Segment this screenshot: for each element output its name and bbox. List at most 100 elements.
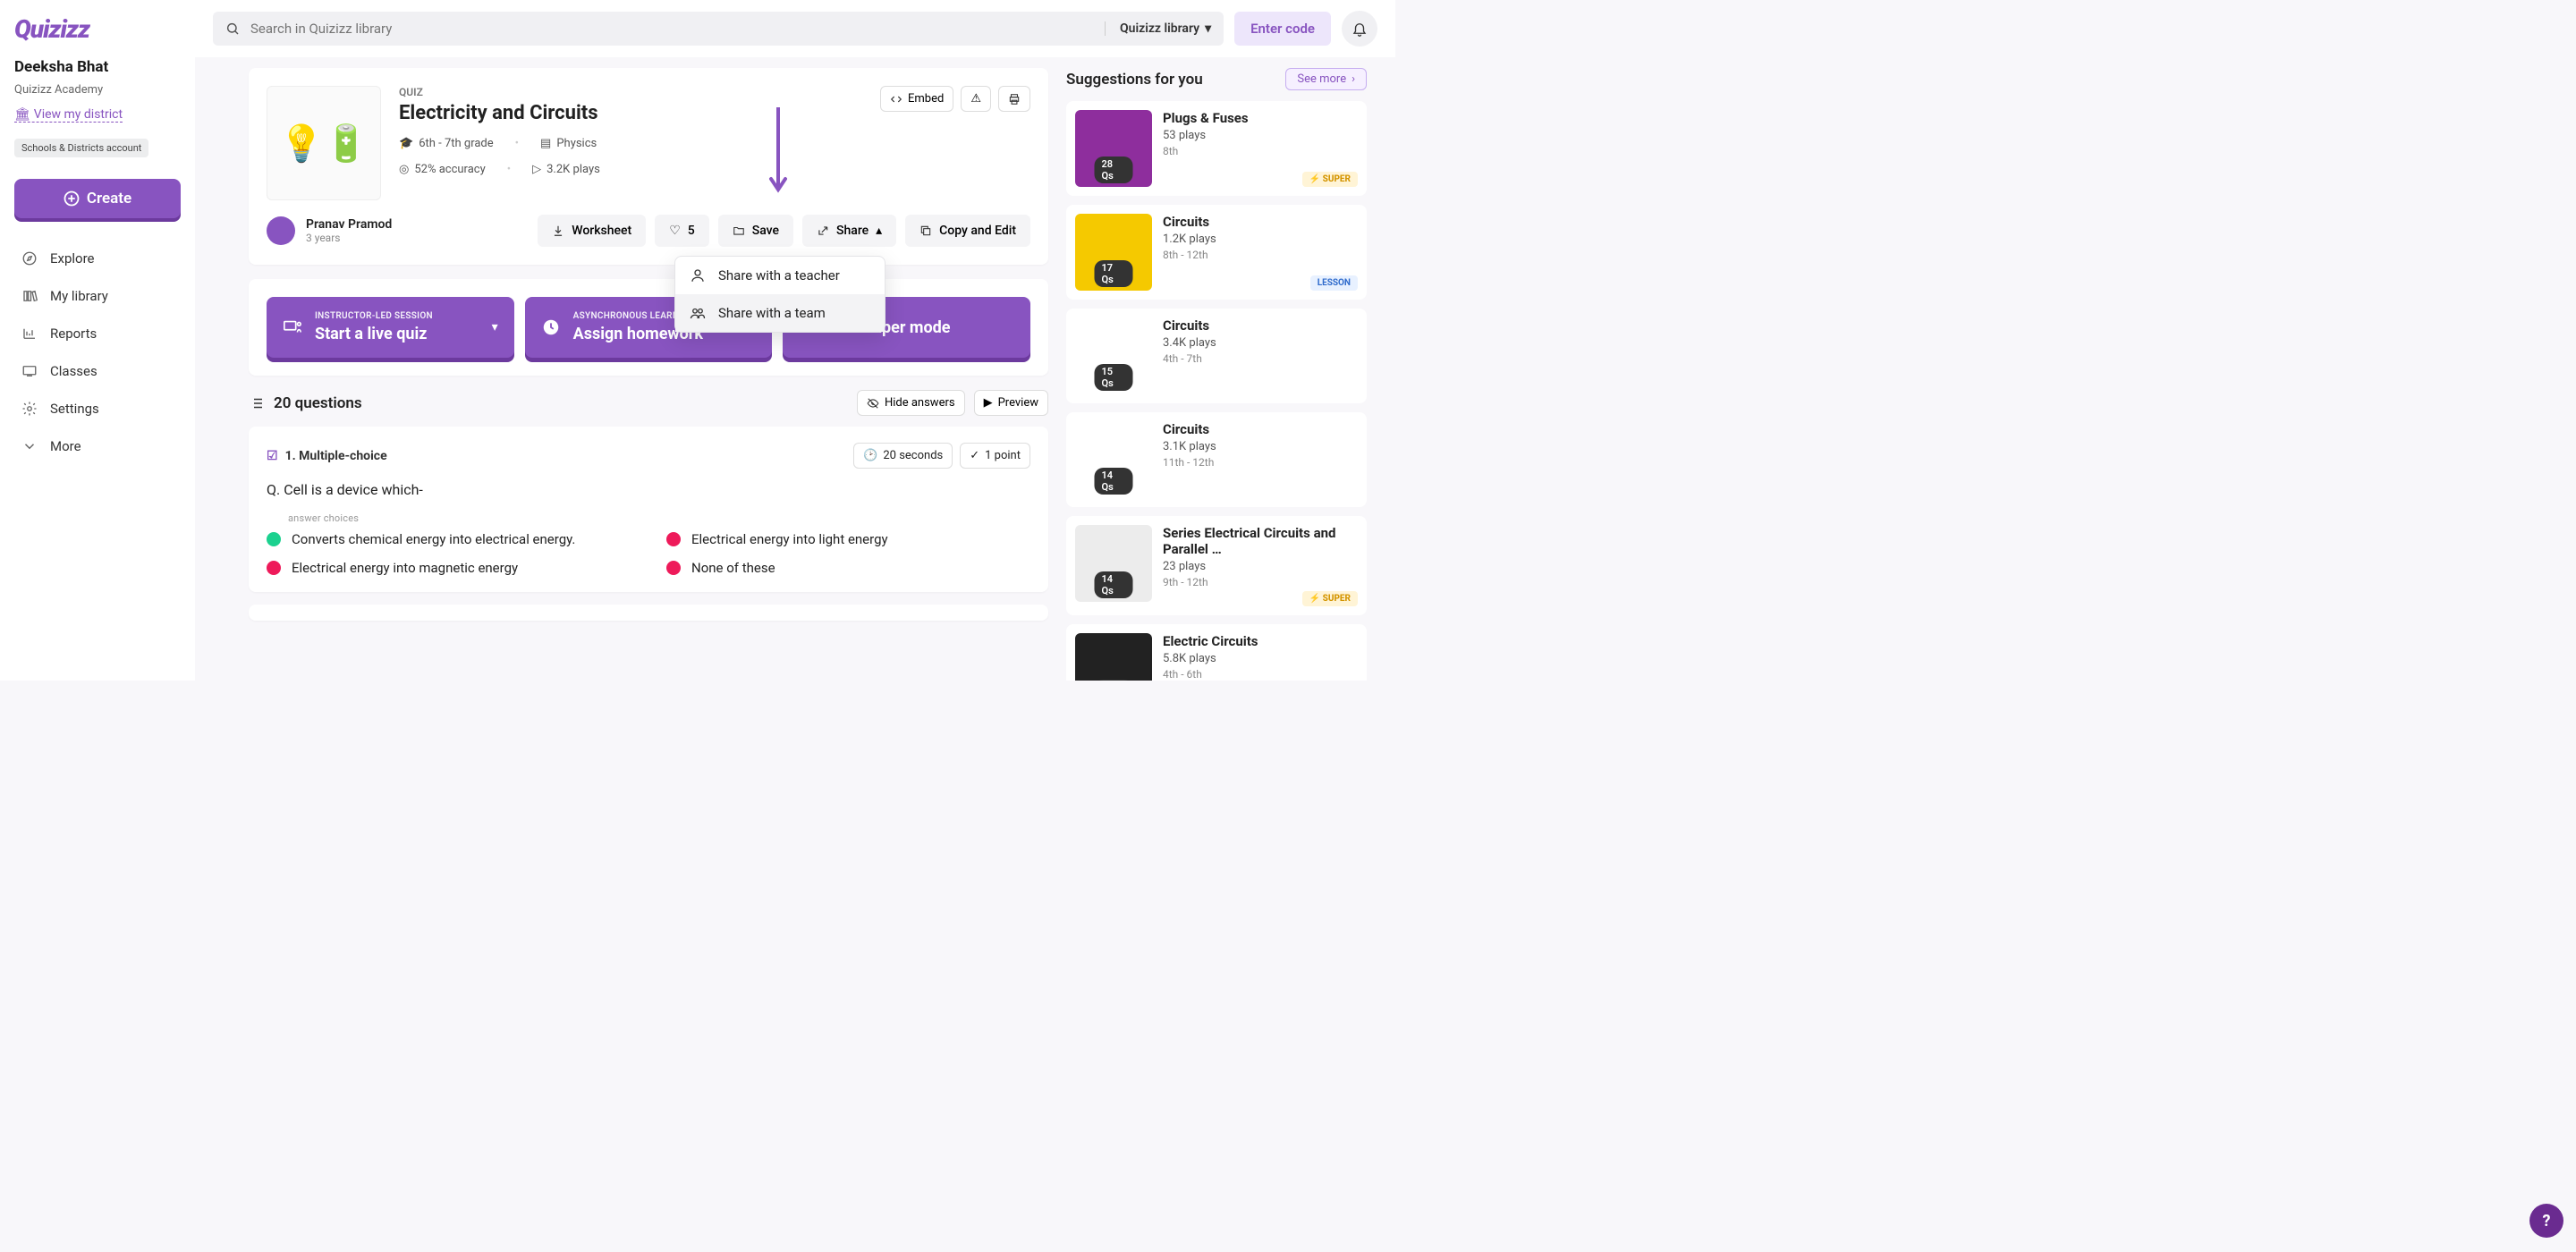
start-live-quiz-button[interactable]: INSTRUCTOR-LED SESSION Start a live quiz…	[267, 297, 514, 358]
grad-cap-icon: 🎓	[399, 137, 413, 150]
callout-arrow	[767, 107, 789, 197]
classes-icon	[21, 363, 38, 379]
like-button[interactable]: ♡5	[655, 215, 709, 247]
author-name[interactable]: Pranav Pramod	[306, 217, 392, 232]
nav-label: More	[50, 438, 81, 454]
team-icon	[690, 305, 706, 321]
suggestion-plays: 1.2K plays	[1163, 233, 1358, 246]
mode-card: INSTRUCTOR-LED SESSION Start a live quiz…	[249, 279, 1048, 376]
question-label: ☑ 1. Multiple-choice	[267, 449, 387, 463]
search-icon	[225, 21, 240, 36]
library-selector[interactable]: Quizizz library ▾	[1105, 21, 1211, 36]
wrong-dot-icon	[666, 532, 681, 546]
report-button[interactable]: ⚠	[961, 86, 991, 112]
help-fab[interactable]: ?	[2529, 1204, 2563, 1238]
checkbox-icon: ☑	[267, 449, 278, 463]
suggestion-card[interactable]: 14 Qs Series Electrical Circuits and Par…	[1066, 516, 1367, 615]
share-label: Share	[836, 224, 869, 238]
lesson-badge: LESSON	[1310, 275, 1358, 291]
target-icon: ◎	[399, 163, 409, 176]
preview-label: Preview	[998, 396, 1038, 410]
create-button[interactable]: Create	[14, 179, 181, 218]
copy-edit-button[interactable]: Copy and Edit	[905, 215, 1030, 247]
hide-answers-label: Hide answers	[885, 396, 955, 410]
suggestion-card[interactable]: 16 Qs Electric Circuits 5.8K plays 4th -…	[1066, 624, 1367, 681]
suggestion-card[interactable]: 17 Qs Circuits 1.2K plays 8th - 12th LES…	[1066, 205, 1367, 300]
suggestions-column: Suggestions for you See more› 28 Qs Plug…	[1063, 57, 1385, 681]
play-icon: ▷	[532, 163, 541, 176]
suggestion-title: Circuits	[1163, 214, 1358, 230]
nav-more[interactable]: More	[14, 427, 181, 465]
embed-button[interactable]: Embed	[880, 86, 953, 112]
suggestion-card[interactable]: 15 Qs Circuits 3.4K plays 4th - 7th	[1066, 309, 1367, 403]
building-icon: 🏛	[14, 107, 30, 122]
caret-down-icon: ▾	[1205, 21, 1211, 36]
folder-icon	[733, 224, 745, 237]
super-badge: ⚡ SUPER	[1302, 172, 1358, 187]
suggestion-grade: 9th - 12th	[1163, 576, 1358, 588]
answer-option: Electrical energy into light energy	[666, 531, 1030, 547]
suggestion-thumb: 16 Qs	[1075, 633, 1152, 681]
suggestion-plays: 5.8K plays	[1163, 652, 1358, 665]
suggestion-grade: 4th - 7th	[1163, 352, 1358, 365]
print-icon	[1008, 93, 1021, 106]
nav-label: My library	[50, 288, 108, 304]
print-button[interactable]	[998, 86, 1030, 112]
suggestion-title: Series Electrical Circuits and Parallel …	[1163, 525, 1358, 557]
topbar: Quizizz library ▾ Enter code	[195, 0, 1395, 57]
nav-classes[interactable]: Classes	[14, 352, 181, 390]
caret-up-icon: ▴	[876, 224, 882, 238]
share-with-teacher[interactable]: Share with a teacher	[675, 257, 885, 294]
suggestion-thumb: 14 Qs	[1075, 525, 1152, 602]
nav-settings[interactable]: Settings	[14, 390, 181, 427]
grade-label: 🎓6th - 7th grade	[399, 137, 494, 150]
suggestion-thumb: 28 Qs	[1075, 110, 1152, 187]
share-team-label: Share with a team	[718, 305, 826, 321]
chart-icon	[21, 326, 38, 342]
suggestion-card[interactable]: 14 Qs Circuits 3.1K plays 11th - 12th	[1066, 412, 1367, 507]
hide-answers-button[interactable]: Hide answers	[857, 390, 965, 416]
chevron-right-icon: ›	[1352, 72, 1355, 86]
copy-edit-label: Copy and Edit	[939, 224, 1016, 238]
accuracy-label: ◎52% accuracy	[399, 163, 486, 176]
share-with-team[interactable]: Share with a team	[675, 294, 885, 332]
suggestion-plays: 23 plays	[1163, 560, 1358, 573]
play-icon: ▶	[984, 396, 993, 410]
notifications-button[interactable]	[1342, 11, 1377, 47]
chevron-down-icon	[21, 438, 38, 454]
suggestion-grade: 8th - 12th	[1163, 249, 1358, 261]
nav-my-library[interactable]: My library	[14, 277, 181, 315]
heart-icon: ♡	[669, 224, 681, 238]
answer-head: answer choices	[288, 512, 1030, 524]
save-button[interactable]: Save	[718, 215, 793, 247]
create-button-label: Create	[87, 190, 131, 207]
likes-count: 5	[688, 224, 695, 238]
preview-button[interactable]: ▶ Preview	[974, 390, 1048, 416]
author-avatar[interactable]	[267, 216, 295, 245]
main-column: Embed ⚠ 💡🔋 QUIZ Electricity and Circuits…	[206, 57, 1063, 681]
view-district-link[interactable]: 🏛 View my district	[14, 107, 123, 123]
share-teacher-label: Share with a teacher	[718, 267, 840, 283]
search-input[interactable]	[250, 21, 1094, 37]
suggestion-plays: 3.1K plays	[1163, 440, 1358, 453]
eye-off-icon	[867, 397, 879, 410]
nav-label: Reports	[50, 326, 97, 342]
suggestion-thumb: 15 Qs	[1075, 317, 1152, 394]
subject-label: ▤Physics	[540, 137, 597, 150]
share-button[interactable]: Share ▴	[802, 215, 896, 247]
compass-icon	[21, 250, 38, 266]
see-more-button[interactable]: See more›	[1285, 68, 1367, 90]
search-bar[interactable]: Quizizz library ▾	[213, 12, 1224, 46]
worksheet-label: Worksheet	[572, 224, 631, 238]
wrong-dot-icon	[666, 561, 681, 575]
nav-explore[interactable]: Explore	[14, 240, 181, 277]
nav-reports[interactable]: Reports	[14, 315, 181, 352]
worksheet-button[interactable]: Worksheet	[538, 215, 646, 247]
bell-icon	[1352, 21, 1368, 37]
suggestion-grade: 8th	[1163, 145, 1358, 157]
suggestion-plays: 53 plays	[1163, 129, 1358, 142]
enter-code-button[interactable]: Enter code	[1234, 12, 1331, 46]
suggestion-card[interactable]: 28 Qs Plugs & Fuses 53 plays 8th ⚡ SUPER	[1066, 101, 1367, 196]
suggestion-thumb: 14 Qs	[1075, 421, 1152, 498]
suggestion-title: Electric Circuits	[1163, 633, 1358, 649]
